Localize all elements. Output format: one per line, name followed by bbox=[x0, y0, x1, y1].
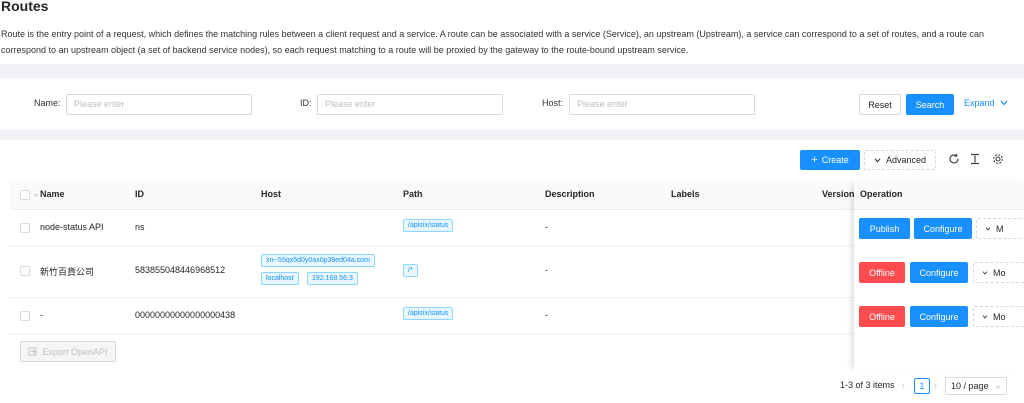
setting-icon[interactable] bbox=[991, 152, 1005, 166]
plus-icon: + bbox=[811, 154, 818, 166]
host-tag: xn--55qx5d0y0ax0p39ed04a.com bbox=[261, 254, 375, 267]
export-openapi-button[interactable]: Export OpenAPI bbox=[20, 341, 116, 362]
id-label: ID: bbox=[300, 98, 312, 108]
route-id: 00000000000000000438 bbox=[135, 310, 236, 320]
host-tag: 192.168.56.3 bbox=[307, 272, 358, 285]
page-description: Route is the entry point of a request, w… bbox=[1, 29, 985, 55]
chevron-down-icon bbox=[874, 158, 881, 163]
chevron-down-icon bbox=[982, 314, 988, 319]
page-title: Routes bbox=[1, 0, 49, 14]
host-input[interactable]: Please enter bbox=[569, 94, 755, 115]
more-button[interactable]: M bbox=[976, 218, 1024, 239]
chevron-down-icon bbox=[1000, 100, 1008, 106]
reload-icon[interactable] bbox=[947, 152, 961, 166]
route-name: 新竹百貨公司 bbox=[40, 267, 95, 277]
name-input[interactable]: Please enter bbox=[66, 94, 252, 115]
pagination-summary: 1-3 of 3 items bbox=[840, 380, 895, 390]
chevron-down-icon[interactable] bbox=[33, 193, 39, 197]
column-header-host: Host bbox=[261, 189, 281, 199]
configure-button[interactable]: Configure bbox=[910, 306, 968, 327]
route-description: - bbox=[545, 310, 548, 320]
next-page-icon[interactable]: › bbox=[934, 380, 937, 390]
path-tag: /* bbox=[403, 264, 418, 277]
routes-table-card: + Create Advanced Name ID Host Path Desc… bbox=[0, 140, 1024, 403]
expand-link[interactable]: Expand bbox=[964, 98, 1008, 108]
configure-button[interactable]: Configure bbox=[910, 262, 968, 283]
offline-button[interactable]: Offline bbox=[859, 262, 905, 283]
column-header-id: ID bbox=[135, 189, 144, 199]
chevron-down-icon bbox=[982, 270, 988, 275]
path-tag: /apisix/status bbox=[403, 307, 454, 320]
row-checkbox[interactable] bbox=[20, 311, 30, 321]
column-header-description: Description bbox=[545, 189, 595, 199]
offline-button[interactable]: Offline bbox=[859, 306, 905, 327]
chevron-down-icon bbox=[985, 226, 991, 231]
export-icon bbox=[28, 347, 38, 356]
route-description: - bbox=[545, 265, 548, 275]
row-checkbox[interactable] bbox=[20, 223, 30, 233]
column-header-name: Name bbox=[40, 189, 65, 199]
route-description: - bbox=[545, 222, 548, 232]
column-header-path: Path bbox=[403, 189, 423, 199]
reset-button[interactable]: Reset bbox=[859, 94, 901, 115]
configure-button[interactable]: Configure bbox=[914, 218, 972, 239]
select-all-checkbox[interactable] bbox=[20, 190, 30, 200]
prev-page-icon[interactable]: ‹ bbox=[902, 380, 905, 390]
advanced-button[interactable]: Advanced bbox=[864, 150, 936, 170]
name-label: Name: bbox=[34, 98, 61, 108]
column-header-version: Version bbox=[822, 189, 855, 199]
path-tag: /apisix/status bbox=[403, 219, 454, 232]
column-header-labels: Labels bbox=[671, 189, 700, 199]
search-button[interactable]: Search bbox=[906, 94, 954, 115]
page-header: Routes Route is the entry point of a req… bbox=[0, 0, 1024, 64]
row-checkbox[interactable] bbox=[20, 266, 30, 276]
page-size-select[interactable]: 10 / page bbox=[945, 377, 1007, 395]
route-name: - bbox=[40, 310, 43, 320]
column-header-operation: Operation bbox=[860, 189, 903, 199]
chevron-down-icon bbox=[995, 385, 1001, 389]
host-label: Host: bbox=[542, 98, 564, 108]
host-tag: localhost bbox=[261, 272, 299, 285]
route-name: node-status API bbox=[40, 222, 104, 232]
publish-button[interactable]: Publish bbox=[859, 218, 910, 239]
more-button[interactable]: Mo bbox=[973, 262, 1024, 283]
create-button[interactable]: + Create bbox=[800, 150, 860, 170]
id-input[interactable]: Please enter bbox=[317, 94, 503, 115]
search-form: Name: Please enter ID: Please enter Host… bbox=[0, 78, 1024, 130]
page-number[interactable]: 1 bbox=[914, 378, 930, 394]
operation-header: Operation bbox=[854, 180, 1024, 210]
more-button[interactable]: Mo bbox=[973, 306, 1024, 327]
column-height-icon[interactable] bbox=[968, 152, 982, 166]
route-id: 583855048446968512 bbox=[135, 265, 226, 275]
route-id: ns bbox=[135, 222, 145, 232]
operation-column: Operation Publish Configure M Offline Co… bbox=[854, 180, 1024, 373]
